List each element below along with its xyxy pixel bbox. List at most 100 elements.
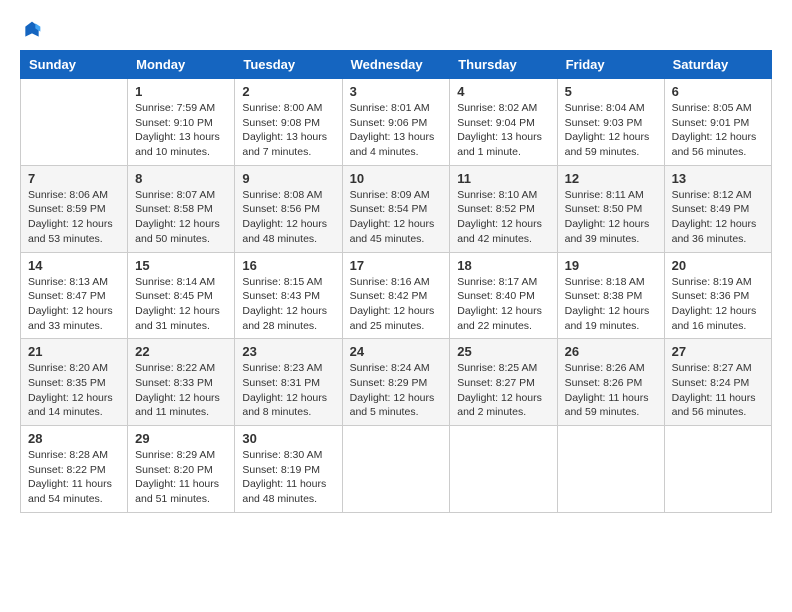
calendar-table: SundayMondayTuesdayWednesdayThursdayFrid… [20,50,772,513]
day-number: 3 [350,84,443,99]
calendar-cell [450,426,557,513]
calendar-cell: 13 Sunrise: 8:12 AM Sunset: 8:49 PM Dayli… [664,165,771,252]
day-info: Sunrise: 8:06 AM Sunset: 8:59 PM Dayligh… [28,188,120,247]
calendar-week-2: 7 Sunrise: 8:06 AM Sunset: 8:59 PM Daylig… [21,165,772,252]
calendar-cell: 19 Sunrise: 8:18 AM Sunset: 8:38 PM Dayli… [557,252,664,339]
calendar-cell [21,79,128,166]
calendar-cell: 27 Sunrise: 8:27 AM Sunset: 8:24 PM Dayli… [664,339,771,426]
day-info: Sunrise: 8:23 AM Sunset: 8:31 PM Dayligh… [242,361,334,420]
day-number: 14 [28,258,120,273]
calendar-cell: 17 Sunrise: 8:16 AM Sunset: 8:42 PM Dayli… [342,252,450,339]
calendar-cell: 7 Sunrise: 8:06 AM Sunset: 8:59 PM Daylig… [21,165,128,252]
day-info: Sunrise: 8:08 AM Sunset: 8:56 PM Dayligh… [242,188,334,247]
day-info: Sunrise: 8:02 AM Sunset: 9:04 PM Dayligh… [457,101,549,160]
day-number: 11 [457,171,549,186]
calendar-cell [664,426,771,513]
calendar-cell: 4 Sunrise: 8:02 AM Sunset: 9:04 PM Daylig… [450,79,557,166]
calendar-cell: 30 Sunrise: 8:30 AM Sunset: 8:19 PM Dayli… [235,426,342,513]
calendar-cell: 2 Sunrise: 8:00 AM Sunset: 9:08 PM Daylig… [235,79,342,166]
day-info: Sunrise: 8:28 AM Sunset: 8:22 PM Dayligh… [28,448,120,507]
day-info: Sunrise: 8:29 AM Sunset: 8:20 PM Dayligh… [135,448,227,507]
day-info: Sunrise: 8:13 AM Sunset: 8:47 PM Dayligh… [28,275,120,334]
calendar-cell: 14 Sunrise: 8:13 AM Sunset: 8:47 PM Dayli… [21,252,128,339]
calendar-cell: 21 Sunrise: 8:20 AM Sunset: 8:35 PM Dayli… [21,339,128,426]
column-header-monday: Monday [128,51,235,79]
day-info: Sunrise: 8:26 AM Sunset: 8:26 PM Dayligh… [565,361,657,420]
calendar-cell: 20 Sunrise: 8:19 AM Sunset: 8:36 PM Dayli… [664,252,771,339]
calendar-cell: 23 Sunrise: 8:23 AM Sunset: 8:31 PM Dayli… [235,339,342,426]
day-number: 7 [28,171,120,186]
day-number: 19 [565,258,657,273]
calendar-cell: 8 Sunrise: 8:07 AM Sunset: 8:58 PM Daylig… [128,165,235,252]
logo-icon [22,20,42,40]
day-number: 20 [672,258,764,273]
calendar-cell: 11 Sunrise: 8:10 AM Sunset: 8:52 PM Dayli… [450,165,557,252]
day-number: 27 [672,344,764,359]
day-info: Sunrise: 8:04 AM Sunset: 9:03 PM Dayligh… [565,101,657,160]
day-info: Sunrise: 8:22 AM Sunset: 8:33 PM Dayligh… [135,361,227,420]
day-number: 15 [135,258,227,273]
column-header-friday: Friday [557,51,664,79]
day-number: 10 [350,171,443,186]
calendar-cell: 5 Sunrise: 8:04 AM Sunset: 9:03 PM Daylig… [557,79,664,166]
day-info: Sunrise: 8:20 AM Sunset: 8:35 PM Dayligh… [28,361,120,420]
day-number: 13 [672,171,764,186]
calendar-cell: 1 Sunrise: 7:59 AM Sunset: 9:10 PM Daylig… [128,79,235,166]
day-number: 21 [28,344,120,359]
day-info: Sunrise: 7:59 AM Sunset: 9:10 PM Dayligh… [135,101,227,160]
day-info: Sunrise: 8:17 AM Sunset: 8:40 PM Dayligh… [457,275,549,334]
calendar-cell: 9Sunrise: 8:08 AM Sunset: 8:56 PM Daylig… [235,165,342,252]
day-number: 4 [457,84,549,99]
day-number: 5 [565,84,657,99]
calendar-cell: 18 Sunrise: 8:17 AM Sunset: 8:40 PM Dayli… [450,252,557,339]
day-number: 1 [135,84,227,99]
day-number: 23 [242,344,334,359]
day-number: 16 [242,258,334,273]
day-number: 28 [28,431,120,446]
day-number: 30 [242,431,334,446]
calendar-cell: 3Sunrise: 8:01 AM Sunset: 9:06 PM Daylig… [342,79,450,166]
day-info: Sunrise: 8:15 AM Sunset: 8:43 PM Dayligh… [242,275,334,334]
column-header-saturday: Saturday [664,51,771,79]
column-header-wednesday: Wednesday [342,51,450,79]
day-number: 12 [565,171,657,186]
calendar-week-3: 14 Sunrise: 8:13 AM Sunset: 8:47 PM Dayli… [21,252,772,339]
calendar-cell: 25 Sunrise: 8:25 AM Sunset: 8:27 PM Dayli… [450,339,557,426]
day-info: Sunrise: 8:14 AM Sunset: 8:45 PM Dayligh… [135,275,227,334]
day-info: Sunrise: 8:16 AM Sunset: 8:42 PM Dayligh… [350,275,443,334]
calendar-cell: 6 Sunrise: 8:05 AM Sunset: 9:01 PM Daylig… [664,79,771,166]
calendar-cell: 26 Sunrise: 8:26 AM Sunset: 8:26 PM Dayli… [557,339,664,426]
day-info: Sunrise: 8:24 AM Sunset: 8:29 PM Dayligh… [350,361,443,420]
column-header-sunday: Sunday [21,51,128,79]
calendar-cell: 22Sunrise: 8:22 AM Sunset: 8:33 PM Dayli… [128,339,235,426]
page-header [20,20,772,40]
calendar-week-5: 28 Sunrise: 8:28 AM Sunset: 8:22 PM Dayli… [21,426,772,513]
calendar-cell: 15 Sunrise: 8:14 AM Sunset: 8:45 PM Dayli… [128,252,235,339]
day-info: Sunrise: 8:11 AM Sunset: 8:50 PM Dayligh… [565,188,657,247]
day-info: Sunrise: 8:27 AM Sunset: 8:24 PM Dayligh… [672,361,764,420]
day-info: Sunrise: 8:18 AM Sunset: 8:38 PM Dayligh… [565,275,657,334]
day-number: 17 [350,258,443,273]
day-info: Sunrise: 8:12 AM Sunset: 8:49 PM Dayligh… [672,188,764,247]
day-number: 26 [565,344,657,359]
day-info: Sunrise: 8:19 AM Sunset: 8:36 PM Dayligh… [672,275,764,334]
calendar-cell: 12 Sunrise: 8:11 AM Sunset: 8:50 PM Dayli… [557,165,664,252]
day-info: Sunrise: 8:10 AM Sunset: 8:52 PM Dayligh… [457,188,549,247]
calendar-cell [342,426,450,513]
day-info: Sunrise: 8:07 AM Sunset: 8:58 PM Dayligh… [135,188,227,247]
calendar-header-row: SundayMondayTuesdayWednesdayThursdayFrid… [21,51,772,79]
day-info: Sunrise: 8:00 AM Sunset: 9:08 PM Dayligh… [242,101,334,160]
day-number: 2 [242,84,334,99]
day-info: Sunrise: 8:05 AM Sunset: 9:01 PM Dayligh… [672,101,764,160]
day-number: 25 [457,344,549,359]
logo [20,20,42,40]
calendar-week-4: 21 Sunrise: 8:20 AM Sunset: 8:35 PM Dayli… [21,339,772,426]
day-number: 8 [135,171,227,186]
day-number: 18 [457,258,549,273]
day-number: 6 [672,84,764,99]
column-header-thursday: Thursday [450,51,557,79]
day-number: 24 [350,344,443,359]
day-info: Sunrise: 8:30 AM Sunset: 8:19 PM Dayligh… [242,448,334,507]
calendar-cell: 29Sunrise: 8:29 AM Sunset: 8:20 PM Dayli… [128,426,235,513]
day-info: Sunrise: 8:25 AM Sunset: 8:27 PM Dayligh… [457,361,549,420]
